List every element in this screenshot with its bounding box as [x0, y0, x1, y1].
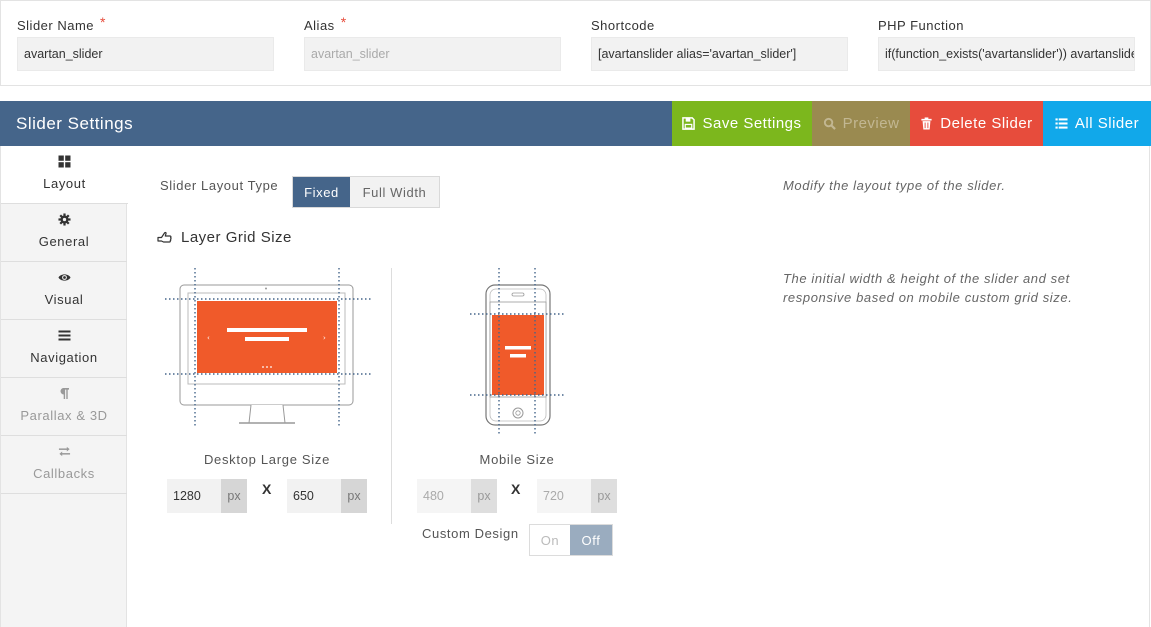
trash-icon	[921, 117, 932, 130]
floppy-icon	[682, 117, 696, 130]
layer-grid-size-title: Layer Grid Size	[181, 229, 292, 246]
grid-icon	[58, 155, 71, 168]
tab-label: Callbacks	[33, 466, 95, 481]
pilcrow-icon	[60, 388, 69, 399]
search-icon	[823, 117, 836, 130]
custom-design-toggle[interactable]: On Off	[529, 524, 613, 556]
mobile-size-label: Mobile Size	[479, 452, 555, 467]
tab-navigation[interactable]: Navigation	[1, 320, 127, 378]
all-slider-button[interactable]: All Slider	[1043, 101, 1151, 146]
desktop-width-input[interactable]: 1280 px	[167, 479, 247, 513]
mobile-illustration	[470, 268, 565, 436]
shortcode-label: Shortcode	[591, 17, 655, 33]
slider-name-field: Slider Name * avartan_slider	[17, 14, 274, 71]
mobile-height-value[interactable]: 720	[537, 479, 591, 513]
preview-label: Preview	[842, 115, 900, 132]
layout-type-label: Slider Layout Type	[160, 178, 279, 193]
grid-size-hint: The initial width & height of the slider…	[783, 269, 1072, 307]
hand-pointer-icon	[157, 231, 172, 243]
desktop-width-value[interactable]: 1280	[167, 479, 221, 513]
px-unit: px	[221, 479, 247, 513]
mobile-width-value[interactable]: 480	[417, 479, 471, 513]
exchange-icon	[58, 446, 70, 457]
custom-design-off-option[interactable]: Off	[570, 525, 612, 555]
eye-icon	[57, 274, 71, 281]
bars-icon	[58, 330, 70, 341]
settings-header-bar: Slider Settings Save Settings Preview De…	[0, 101, 1151, 146]
layout-fixed-option[interactable]: Fixed	[293, 177, 350, 207]
tab-general[interactable]: General	[1, 204, 127, 262]
svg-text:‹: ‹	[207, 334, 210, 342]
tab-label: Navigation	[30, 350, 98, 365]
tab-label: Layout	[43, 176, 86, 191]
php-function-input[interactable]: if(function_exists('avartanslider')) ava…	[878, 37, 1135, 71]
vertical-divider	[391, 268, 392, 524]
tab-label: General	[38, 234, 90, 249]
settings-tabs: Layout General Visual Navigation Paralla…	[0, 146, 128, 627]
layout-tab-content: Slider Layout Type Fixed Full Width Modi…	[127, 146, 1150, 627]
shortcode-field: Shortcode [avartanslider alias='avartan_…	[591, 17, 848, 71]
tab-visual[interactable]: Visual	[1, 262, 127, 320]
required-mark: *	[100, 14, 106, 30]
layer-grid-size-heading: Layer Grid Size	[157, 229, 292, 246]
custom-design-label: Custom Design	[422, 526, 519, 541]
preview-button[interactable]: Preview	[812, 101, 910, 146]
desktop-size-label: Desktop Large Size	[203, 452, 331, 467]
tab-callbacks[interactable]: Callbacks	[1, 436, 127, 494]
tab-label: Parallax & 3D	[20, 408, 108, 423]
grid-size-hint-line: responsive based on mobile custom grid s…	[783, 290, 1073, 305]
layout-type-hint: Modify the layout type of the slider.	[783, 178, 1006, 193]
times-sign: X	[262, 481, 272, 497]
times-sign: X	[511, 481, 521, 497]
tab-parallax-3d[interactable]: Parallax & 3D	[1, 378, 127, 436]
px-unit: px	[341, 479, 367, 513]
required-mark: *	[340, 14, 347, 30]
shortcode-input[interactable]: [avartanslider alias='avartan_slider']	[591, 37, 848, 71]
tab-label: Visual	[44, 292, 84, 307]
desktop-height-value[interactable]: 650	[287, 479, 341, 513]
slider-info-panel: Slider Name * avartan_slider Alias * ava…	[0, 0, 1151, 86]
slider-name-label: Slider Name	[17, 17, 95, 33]
alias-label: Alias	[304, 17, 335, 33]
list-icon	[1055, 118, 1068, 129]
save-settings-button[interactable]: Save Settings	[672, 101, 812, 146]
alias-field: Alias * avartan_slider	[304, 14, 561, 71]
mobile-height-input[interactable]: 720 px	[537, 479, 617, 513]
layout-type-switch: Fixed Full Width	[292, 176, 440, 208]
php-function-label: PHP Function	[878, 17, 964, 33]
mobile-width-input[interactable]: 480 px	[417, 479, 497, 513]
gear-icon	[57, 213, 71, 226]
all-slider-label: All Slider	[1074, 115, 1140, 132]
px-unit: px	[591, 479, 617, 513]
settings-title: Slider Settings	[16, 113, 134, 133]
delete-slider-label: Delete Slider	[940, 115, 1033, 132]
alias-input[interactable]: avartan_slider	[304, 37, 561, 71]
tab-layout[interactable]: Layout	[1, 146, 128, 204]
php-function-field: PHP Function if(function_exists('avartan…	[878, 17, 1135, 71]
svg-text:›: ›	[323, 334, 326, 342]
desktop-height-input[interactable]: 650 px	[287, 479, 367, 513]
layout-full-width-option[interactable]: Full Width	[350, 177, 439, 207]
save-settings-label: Save Settings	[702, 115, 802, 132]
slider-name-input[interactable]: avartan_slider	[17, 37, 274, 71]
delete-slider-button[interactable]: Delete Slider	[910, 101, 1043, 146]
grid-size-hint-line: The initial width & height of the slider…	[783, 271, 1070, 286]
px-unit: px	[471, 479, 497, 513]
desktop-illustration: ‹ ›	[165, 268, 371, 428]
custom-design-on-option[interactable]: On	[530, 525, 570, 555]
